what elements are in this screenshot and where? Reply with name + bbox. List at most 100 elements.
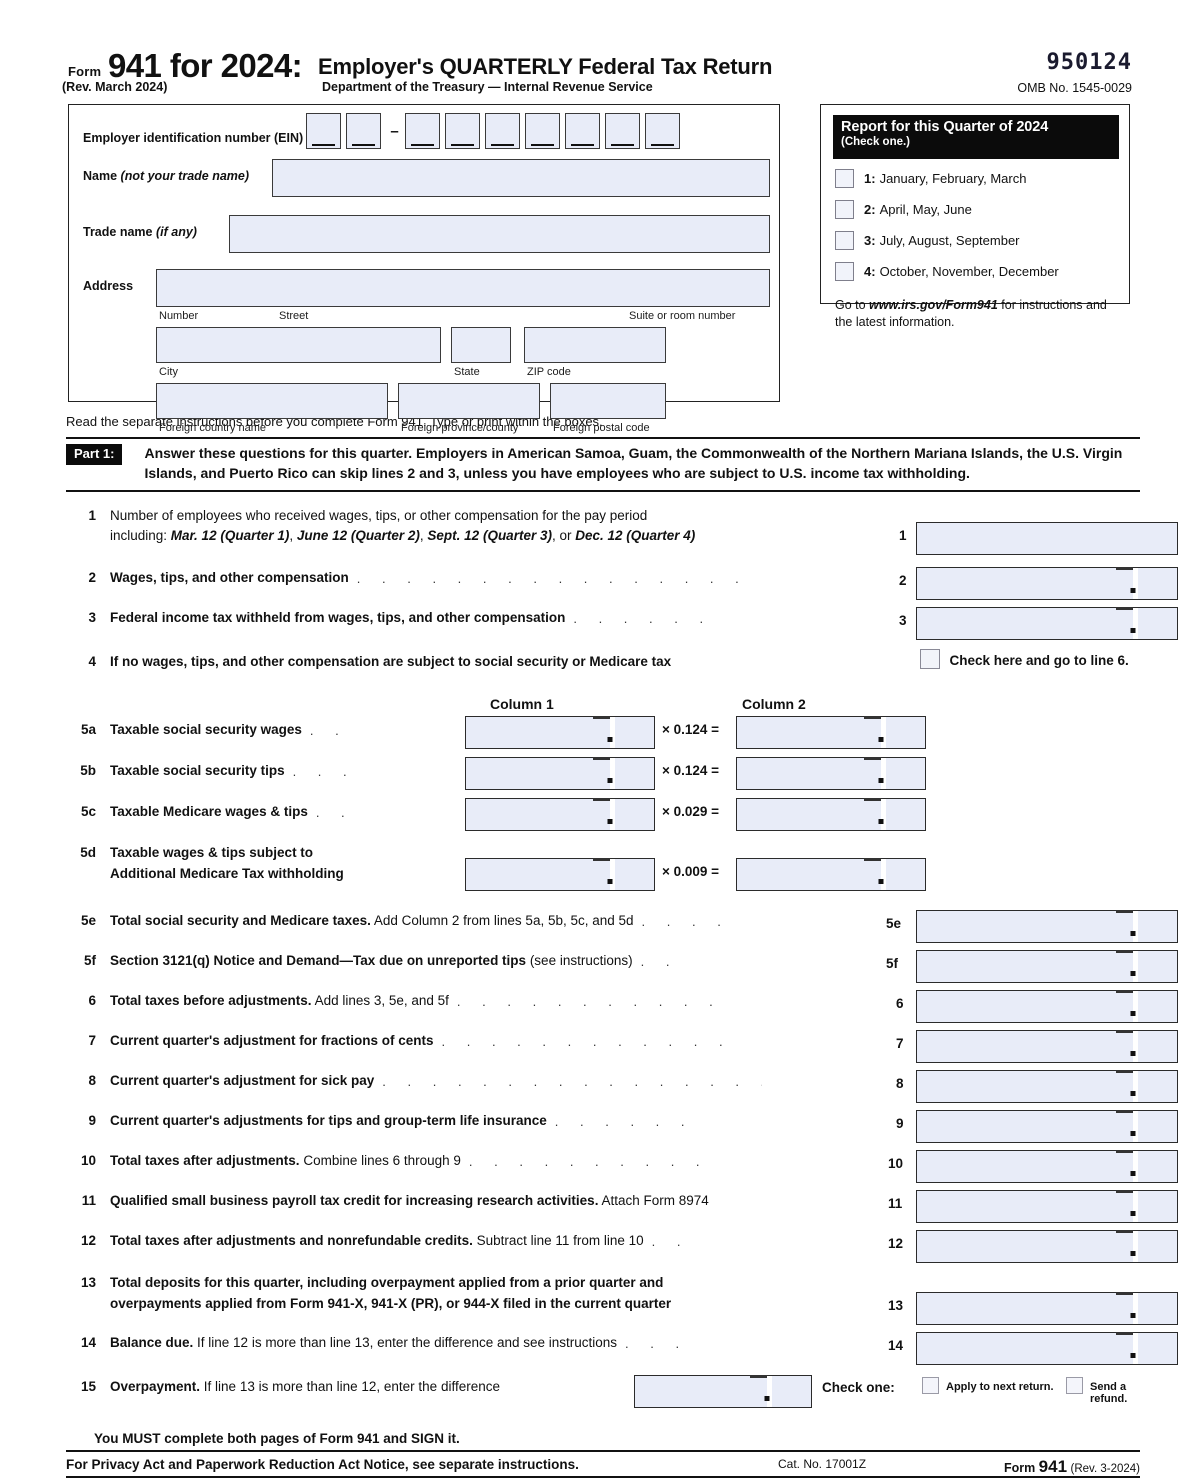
line-13-amount-field[interactable] <box>916 1292 1178 1326</box>
footer-form-revision: (Rev. 3-2024) <box>1070 1463 1140 1476</box>
line-5c-col2-field[interactable] <box>736 798 926 832</box>
line-3-text: Federal income tax withheld from wages, … <box>110 610 566 626</box>
caption-state: State <box>454 366 480 378</box>
quarter-4-label: October, November, December <box>879 264 1059 279</box>
irs-goto-instructions: Go to www.irs.gov/Form941 for instructio… <box>835 297 1120 331</box>
line-5e: 5e Total social security and Medicare ta… <box>66 910 1178 945</box>
line-6-amount-field[interactable] <box>916 990 1178 1024</box>
foreign-country-field[interactable] <box>156 383 388 419</box>
line-11-amount-field[interactable] <box>916 1190 1178 1224</box>
line-9-tag: 9 <box>896 1116 904 1132</box>
form-word-label: Form <box>68 64 102 79</box>
checkbox-send-a-refund[interactable] <box>1066 1377 1083 1395</box>
line-15-amount-field[interactable] <box>634 1375 812 1409</box>
quarter-option-4[interactable]: 4: October, November, December <box>835 262 1059 281</box>
line-13-text-b: overpayments applied from Form 941-X, 94… <box>110 1295 672 1311</box>
quarter-banner-title: Report for this Quarter of 2024 <box>841 119 1049 135</box>
line-8-bold: Current quarter's adjustment for sick pa… <box>110 1073 375 1089</box>
checkbox-line-4[interactable] <box>920 649 940 670</box>
quarter-option-1[interactable]: 1: January, February, March <box>835 169 1026 188</box>
line-6-cents-sep <box>1133 991 1177 1023</box>
line-2-text: Wages, tips, and other compensation <box>110 570 349 586</box>
quarter-option-3[interactable]: 3: July, August, September <box>835 231 1020 250</box>
line-5b-col2-field[interactable] <box>736 757 926 791</box>
line-14-amount-field[interactable] <box>916 1332 1178 1366</box>
line-13-decimal-dot <box>1130 1313 1136 1319</box>
line-3-amount-field[interactable] <box>916 607 1178 641</box>
foreign-province-field[interactable] <box>398 383 540 419</box>
line-5b-text: Taxable social security tips <box>110 763 285 779</box>
line-5b-col1-field[interactable] <box>465 757 655 791</box>
line-5a-col1-field[interactable] <box>465 716 655 750</box>
line-4-text: If no wages, tips, and other compensatio… <box>110 654 672 670</box>
line-5d-col2-cents-sep <box>881 859 925 891</box>
line-12-norm: Subtract line 11 from line 10 <box>472 1233 644 1249</box>
line-9-amount-field[interactable] <box>916 1110 1178 1144</box>
line-5a-col2-field[interactable] <box>736 716 926 750</box>
ein-input-group[interactable]: – <box>306 113 685 149</box>
ein-digit-2[interactable] <box>346 113 381 149</box>
privacy-act-notice: For Privacy Act and Paperwork Reduction … <box>66 1457 579 1473</box>
checkbox-quarter-3[interactable] <box>835 231 854 250</box>
checkbox-quarter-1[interactable] <box>835 169 854 188</box>
ein-digit-4[interactable] <box>445 113 480 149</box>
form-footer: You MUST complete both pages of Form 941… <box>66 1431 1140 1478</box>
irs-url-link[interactable]: www.irs.gov/Form941 <box>869 298 998 312</box>
line-5d-col2-field[interactable] <box>736 858 926 892</box>
checkbox-apply-to-next-return[interactable] <box>922 1377 939 1395</box>
line-5e-norm: Add Column 2 from lines 5a, 5b, 5c, and … <box>370 913 634 929</box>
zip-field[interactable] <box>524 327 666 363</box>
line-4-checkbox-group[interactable]: Check here and go to line 6. <box>920 649 1129 670</box>
line-5d-text-a: Taxable wages & tips subject to <box>110 845 314 861</box>
ein-digit-5[interactable] <box>485 113 520 149</box>
name-field[interactable] <box>272 159 770 197</box>
ein-digit-6[interactable] <box>525 113 560 149</box>
line-15-decimal-dot <box>764 1396 770 1402</box>
address-street-field[interactable] <box>156 269 770 307</box>
line-13: 13 Total deposits for this quarter, incl… <box>66 1273 1178 1326</box>
line-7-tag: 7 <box>896 1036 904 1052</box>
line-12-leader: . . <box>651 1234 690 1249</box>
part1-bottom-divider <box>66 489 1140 492</box>
address-label: Address <box>83 279 134 293</box>
ein-digit-3[interactable] <box>405 113 440 149</box>
ein-digit-8[interactable] <box>605 113 640 149</box>
ein-digit-1[interactable] <box>306 113 341 149</box>
line-12-tag: 12 <box>888 1236 904 1252</box>
foreign-postal-field[interactable] <box>550 383 666 419</box>
line-1-amount-field[interactable] <box>916 521 1178 555</box>
line-7-amount-field[interactable] <box>916 1030 1178 1064</box>
quarter-option-2[interactable]: 2: April, May, June <box>835 200 972 219</box>
line-7-number: 7 <box>88 1033 96 1049</box>
line-5f-amount-field[interactable] <box>916 950 1178 984</box>
line-5c-multiplier: × 0.029 = <box>662 804 720 820</box>
line-5c-col1-dot <box>607 819 613 825</box>
line-11-decimal-dot <box>1130 1211 1136 1217</box>
caption-foreign-country: Foreign country name <box>159 422 266 434</box>
city-field[interactable] <box>156 327 441 363</box>
line-10-amount-field[interactable] <box>916 1150 1178 1184</box>
form-header: Form (Rev. March 2024) 941 for 2024: Emp… <box>0 42 1200 98</box>
line-13-text-a: Total deposits for this quarter, includi… <box>110 1275 664 1291</box>
line-5d-col1-cents-sep <box>610 859 654 891</box>
ein-digit-9[interactable] <box>645 113 680 149</box>
ein-digit-7[interactable] <box>565 113 600 149</box>
line-5b-col2-dot <box>878 778 884 784</box>
line-2-decimal-dot <box>1130 588 1136 594</box>
line-2-amount-field[interactable] <box>916 567 1178 601</box>
form-number-heading: 941 for 2024: <box>108 47 303 84</box>
line-5b-col1-cents-sep <box>610 758 654 790</box>
line-12-amount-field[interactable] <box>916 1230 1178 1264</box>
line-8-number: 8 <box>88 1073 96 1089</box>
line-5d-col1-dot <box>607 879 613 885</box>
trade-name-label: Trade name (if any) <box>83 225 197 239</box>
line-8-amount-field[interactable] <box>916 1070 1178 1104</box>
line-7-bold: Current quarter's adjustment for fractio… <box>110 1033 434 1049</box>
line-5e-amount-field[interactable] <box>916 910 1178 944</box>
line-5d-col1-field[interactable] <box>465 858 655 892</box>
checkbox-quarter-4[interactable] <box>835 262 854 281</box>
line-5c-col1-field[interactable] <box>465 798 655 832</box>
trade-name-field[interactable] <box>229 215 770 253</box>
state-field[interactable] <box>451 327 511 363</box>
checkbox-quarter-2[interactable] <box>835 200 854 219</box>
